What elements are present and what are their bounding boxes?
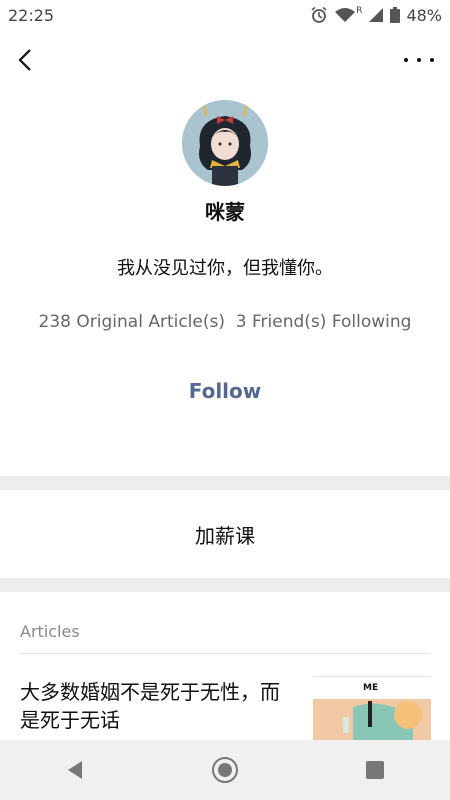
follow-button[interactable]: Follow [150,375,300,407]
more-dot [417,58,421,62]
status-icons: R 48% [310,6,442,25]
profile-stats[interactable]: 238 Original Article(s) 3 Friend(s) Foll… [0,312,450,332]
section-divider [0,578,450,592]
battery-percent: 48% [406,5,442,25]
home-circle-icon [212,757,238,783]
network-label: R [356,6,363,16]
articles-header: Articles [20,622,80,641]
article-title: 大多数婚姻不是死于无性，而是死于无话 [20,680,280,732]
system-nav-bar [0,740,450,800]
article-list-item[interactable]: 大多数婚姻不是死于无性，而是死于无话 ME [0,654,450,741]
nav-back-button[interactable] [50,745,100,795]
more-dots-icon [404,58,408,62]
status-bar: 22:25 R 48% [0,0,450,30]
profile-bio: 我从没见过你，但我懂你。 [117,258,333,279]
status-time: 22:25 [8,5,55,25]
section-divider [0,476,450,490]
wifi-icon [334,7,356,23]
back-triangle-icon [68,761,82,779]
chevron-left-icon [18,49,31,71]
signal-icon [368,7,384,23]
top-bar [0,36,450,84]
avatar[interactable] [182,100,268,186]
alarm-icon [310,6,328,24]
thumbnail-text: ME [363,683,379,693]
nav-home-button[interactable] [200,745,250,795]
profile-name: 咪蒙 [205,200,245,224]
article-thumbnail: ME [313,676,431,741]
recents-square-icon [366,761,384,779]
menu-item-raise-course[interactable]: 加薪课 [0,490,450,578]
avatar-illustration [182,100,268,186]
more-button[interactable] [404,46,434,74]
back-button[interactable] [12,46,40,74]
more-dot [430,58,434,62]
battery-icon [390,7,401,23]
nav-recents-button[interactable] [350,745,400,795]
